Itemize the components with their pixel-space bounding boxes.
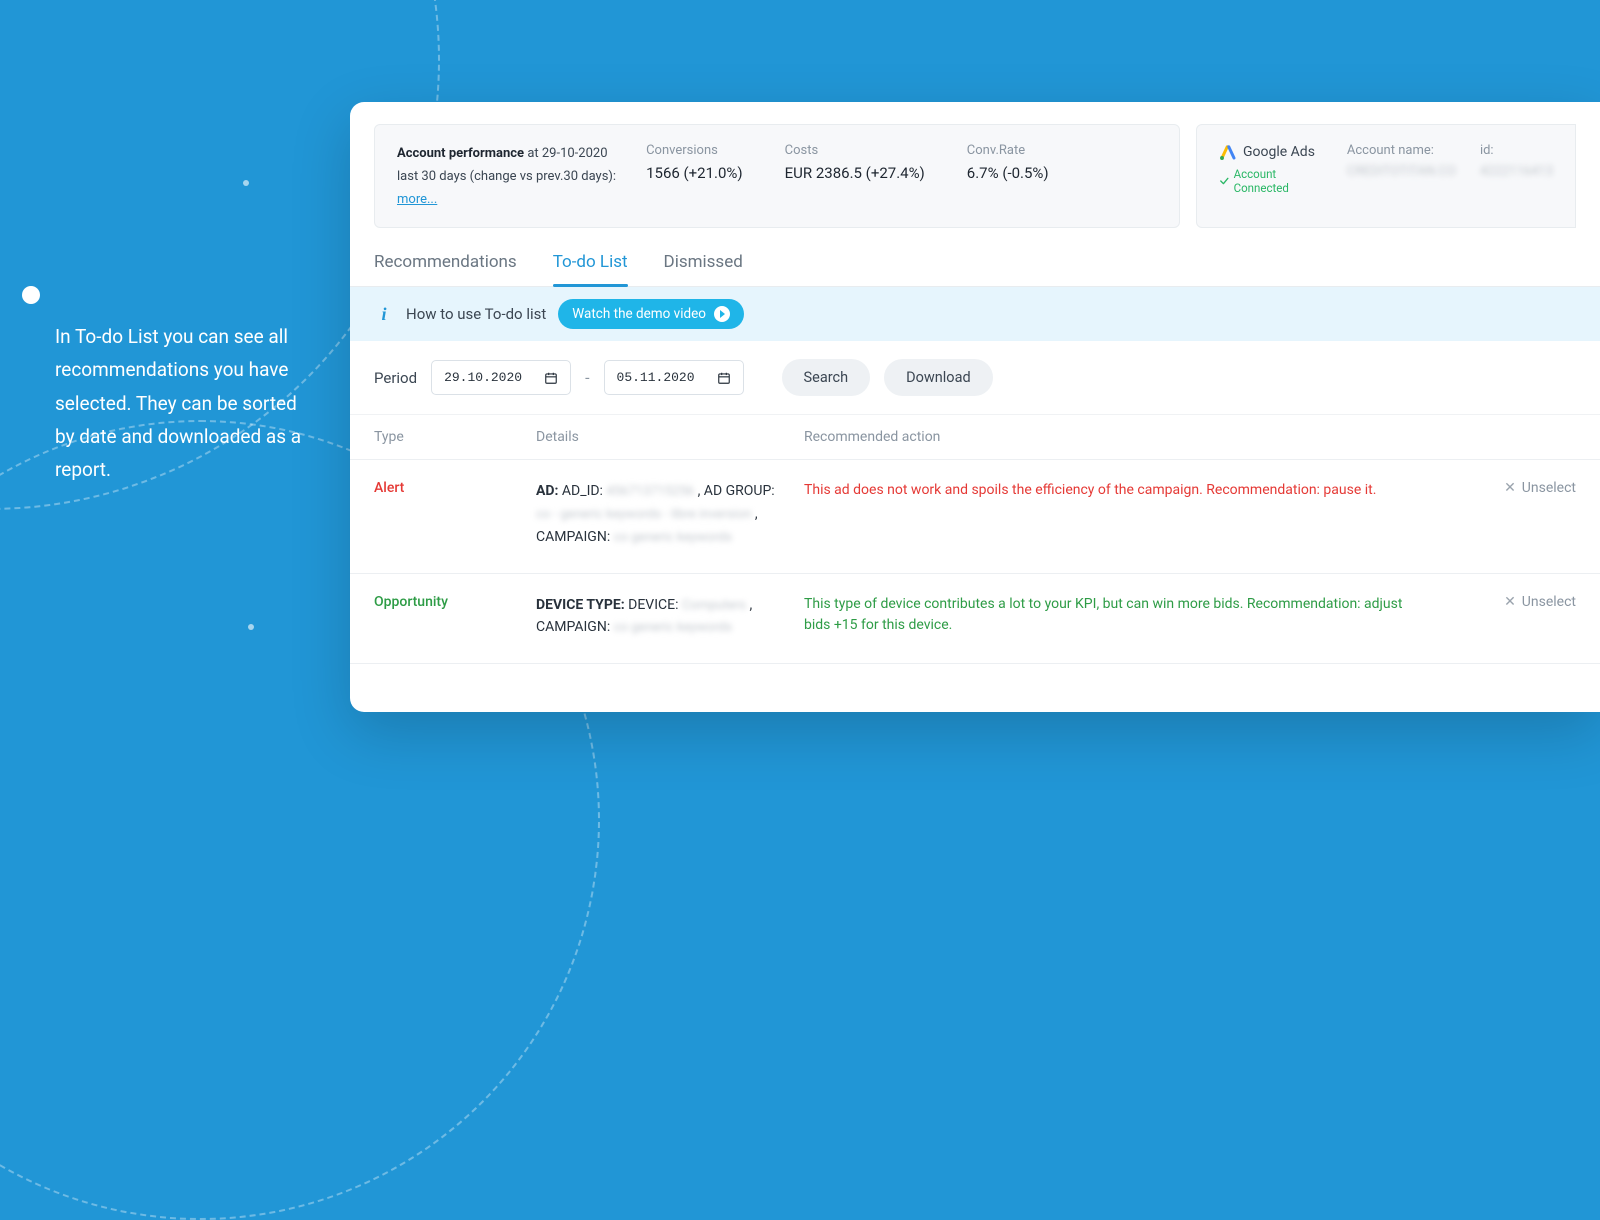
google-ads-icon	[1219, 143, 1237, 161]
decorative-dot-small	[243, 180, 249, 186]
table-row: Opportunity DEVICE TYPE: DEVICE: Compute…	[350, 574, 1600, 665]
close-icon: ✕	[1504, 594, 1516, 610]
col-header-details: Details	[536, 429, 804, 445]
tabs: Recommendations To-do List Dismissed	[350, 228, 1600, 287]
date-from-input[interactable]: 29.10.2020	[431, 360, 571, 395]
download-button[interactable]: Download	[884, 359, 993, 396]
check-icon	[1219, 175, 1230, 187]
calendar-icon	[544, 371, 558, 385]
row-details: AD: AD_ID: 456713715256 , AD GROUP: co -…	[536, 480, 804, 548]
decorative-dot-large	[22, 286, 40, 304]
metric-label-conversions: Conversions	[646, 143, 743, 158]
unselect-button[interactable]: ✕ Unselect	[1504, 480, 1576, 496]
account-card: Google Ads Account Connected Account nam…	[1196, 124, 1576, 228]
play-icon	[714, 306, 730, 322]
account-id-value: 4222116413	[1480, 164, 1553, 179]
date-to-input[interactable]: 05.11.2020	[604, 360, 744, 395]
info-bar: i How to use To-do list Watch the demo v…	[350, 287, 1600, 341]
close-icon: ✕	[1504, 480, 1516, 496]
metric-label-costs: Costs	[785, 143, 925, 158]
metric-value-conversions: 1566 (+21.0%)	[646, 164, 743, 182]
row-type-alert: Alert	[374, 480, 536, 548]
col-header-action: Recommended action	[804, 429, 1466, 445]
row-details: DEVICE TYPE: DEVICE: Computers , CAMPAIG…	[536, 594, 804, 640]
perf-more-link[interactable]: more...	[397, 192, 437, 207]
row-type-opportunity: Opportunity	[374, 594, 536, 640]
account-name-value: CREDITOTITAN.CO	[1347, 164, 1456, 179]
watch-demo-button[interactable]: Watch the demo video	[558, 299, 744, 329]
decorative-dot-small	[248, 624, 254, 630]
account-name-label: Account name:	[1347, 143, 1456, 158]
perf-title-tail: at 29-10-2020	[527, 146, 607, 161]
unselect-button[interactable]: ✕ Unselect	[1504, 594, 1576, 610]
feature-caption: In To-do List you can see all recommenda…	[55, 320, 320, 486]
tab-todo-list[interactable]: To-do List	[553, 252, 628, 286]
info-icon: i	[374, 304, 394, 325]
perf-subtitle: last 30 days (change vs prev.30 days):	[397, 166, 616, 189]
provider-name: Google Ads	[1243, 144, 1315, 160]
info-text: How to use To-do list	[406, 305, 546, 323]
row-action: This ad does not work and spoils the eff…	[804, 480, 1466, 548]
metric-value-costs: EUR 2386.5 (+27.4%)	[785, 164, 925, 182]
period-label: Period	[374, 369, 417, 387]
app-panel: Account performance at 29-10-2020 last 3…	[350, 102, 1600, 712]
metric-label-convrate: Conv.Rate	[967, 143, 1049, 158]
tab-recommendations[interactable]: Recommendations	[374, 252, 517, 286]
account-connected-status: Account Connected	[1219, 167, 1323, 195]
tab-dismissed[interactable]: Dismissed	[664, 252, 743, 286]
account-id-label: id:	[1480, 143, 1553, 158]
table-header: Type Details Recommended action	[350, 415, 1600, 460]
col-header-type: Type	[374, 429, 536, 445]
calendar-icon	[717, 371, 731, 385]
date-range-separator: -	[585, 368, 589, 387]
search-button[interactable]: Search	[782, 359, 871, 396]
table-row: Alert AD: AD_ID: 456713715256 , AD GROUP…	[350, 460, 1600, 573]
perf-title-bold: Account performance	[397, 146, 524, 161]
metric-value-convrate: 6.7% (-0.5%)	[967, 164, 1049, 182]
account-performance-card: Account performance at 29-10-2020 last 3…	[374, 124, 1180, 228]
row-action: This type of device contributes a lot to…	[804, 594, 1466, 640]
